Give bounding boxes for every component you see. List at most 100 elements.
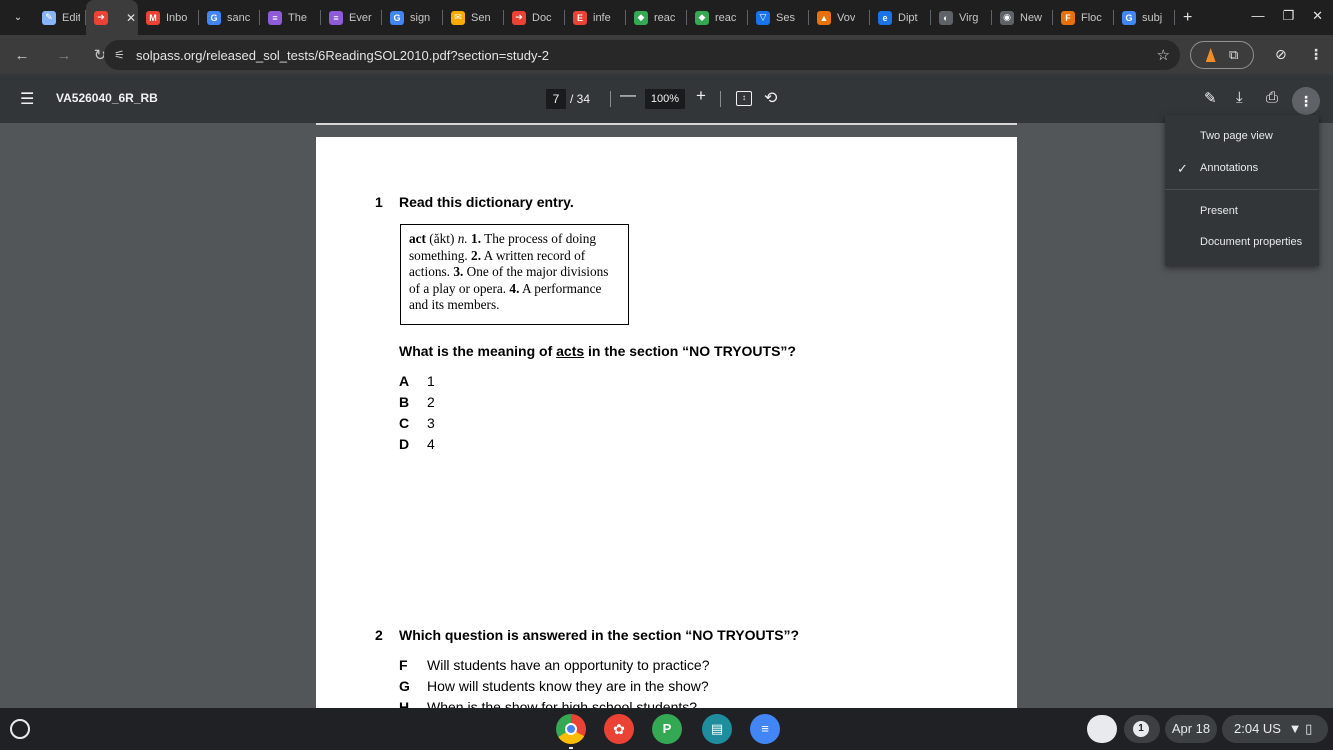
- browser-tab[interactable]: ◐ Virg: [931, 0, 992, 35]
- extensions-pill[interactable]: ⧉: [1190, 41, 1254, 69]
- browser-tab[interactable]: e Dipt: [870, 0, 931, 35]
- option-letter: C: [399, 415, 410, 431]
- question-text-part: What is the meaning of: [399, 343, 557, 359]
- browser-tab[interactable]: Einfe: [565, 0, 626, 35]
- docs-app-icon[interactable]: ≡: [750, 714, 780, 744]
- site-settings-icon[interactable]: ⚟: [114, 48, 130, 62]
- browser-tab[interactable]: M Inbo: [138, 0, 199, 35]
- menu-item-present[interactable]: Present: [1200, 205, 1238, 217]
- option-letter: G: [399, 678, 410, 694]
- download-icon[interactable]: ⤓: [1236, 89, 1243, 106]
- browser-tab[interactable]: ◆ reac: [687, 0, 748, 35]
- notes-icon[interactable]: [1087, 715, 1117, 743]
- pdf-title: VA526040_6R_RB: [56, 91, 158, 105]
- browser-tab[interactable]: Gsign: [382, 0, 443, 35]
- profile-sync-icon[interactable]: ⊘: [1275, 46, 1287, 63]
- option-text: When is the show for high school student…: [427, 699, 698, 708]
- back-arrow-icon[interactable]: ←: [12, 47, 32, 64]
- browser-tab[interactable]: Gsubj: [1114, 0, 1175, 35]
- tab-label: Dipt: [898, 11, 918, 24]
- tab-favicon-icon: G: [390, 10, 404, 25]
- question-prompt: Read this dictionary entry.: [399, 194, 574, 210]
- restore-icon[interactable]: ❐: [1282, 8, 1294, 24]
- answer-option: D4: [399, 436, 435, 452]
- tab-label: Vov: [837, 11, 856, 24]
- browser-menu-icon[interactable]: ⋮: [1309, 46, 1323, 63]
- url-text[interactable]: solpass.org/released_sol_tests/6ReadingS…: [136, 48, 549, 63]
- dict-part-of-speech: n.: [457, 231, 468, 246]
- chrome-app-icon[interactable]: [556, 714, 586, 749]
- fit-to-page-icon[interactable]: ↕: [736, 91, 752, 106]
- zoom-in-icon[interactable]: +: [696, 86, 706, 106]
- menu-item-document-properties[interactable]: Document properties: [1200, 236, 1302, 248]
- rotate-icon[interactable]: ⟲: [764, 88, 777, 108]
- print-icon[interactable]: ⎙: [1266, 89, 1278, 106]
- option-text: 1: [427, 373, 435, 389]
- extension-orange-icon[interactable]: [1205, 48, 1216, 62]
- dict-def-num: 4.: [506, 280, 520, 296]
- answer-option: B2: [399, 394, 435, 410]
- tab-label: Edit: [62, 11, 80, 24]
- tabs-container: ✎ Edit ➔ ✕ M Inbo Gsanc ≡ The ≡ Ever Gsign ✉ Sen ➔ Doc E…: [34, 0, 1175, 35]
- minimize-icon[interactable]: —: [1251, 8, 1264, 24]
- tab-label: sanc: [227, 11, 251, 24]
- question-text: Which question is answered in the sectio…: [399, 627, 800, 643]
- window-controls: — ❐ ✕: [1251, 8, 1323, 24]
- browser-tab[interactable]: F Floc: [1053, 0, 1114, 35]
- tab-label: Ses: [776, 11, 795, 24]
- option-letter: A: [399, 373, 410, 389]
- dict-def-num: 1.: [467, 231, 482, 246]
- browser-tab[interactable]: ▲ Vov: [809, 0, 870, 35]
- tab-favicon-icon: ▲: [817, 10, 831, 25]
- zoom-input[interactable]: 100%: [645, 89, 685, 109]
- forward-arrow-icon[interactable]: →: [54, 47, 74, 64]
- status-tray[interactable]: 2:04 US ▼ ▯: [1222, 715, 1328, 743]
- toolbar-divider: [720, 91, 721, 107]
- tab-label: Sen: [471, 11, 491, 24]
- pdf-more-actions-icon[interactable]: ⋮: [1292, 87, 1320, 115]
- pdf-viewer[interactable]: 1 Read this dictionary entry. act (ăkt) …: [0, 123, 1333, 708]
- tab-close-icon[interactable]: ✕: [126, 11, 136, 25]
- browser-tab[interactable]: ✉ Sen: [443, 0, 504, 35]
- palette-app-icon[interactable]: ✿: [604, 714, 634, 744]
- tab-favicon-icon: M: [146, 10, 160, 25]
- pdf-sidebar-menu-icon[interactable]: ☰: [20, 89, 34, 109]
- answer-option: H When is the show for high school studen…: [399, 699, 697, 708]
- checkmark-icon: ✓: [1177, 161, 1188, 176]
- date-pill[interactable]: Apr 18: [1165, 715, 1217, 743]
- browser-tab[interactable]: ➔ Doc: [504, 0, 565, 35]
- menu-divider: [1165, 189, 1319, 190]
- browser-tab[interactable]: ▽ Ses: [748, 0, 809, 35]
- wifi-icon: ▼: [1288, 721, 1302, 736]
- browser-tab[interactable]: ◉ New: [992, 0, 1053, 35]
- question-number: 2: [375, 627, 383, 643]
- bookmark-star-icon[interactable]: ☆: [1157, 46, 1170, 64]
- puzzle-icon[interactable]: ⧉: [1229, 47, 1238, 63]
- launcher-icon[interactable]: [10, 719, 30, 739]
- browser-tab[interactable]: ✎ Edit: [34, 0, 86, 35]
- close-window-icon[interactable]: ✕: [1312, 8, 1323, 24]
- browser-tab[interactable]: ≡ The: [260, 0, 321, 35]
- tab-search-chevron-down-icon[interactable]: ⌄: [8, 8, 28, 28]
- browser-tab[interactable]: Gsanc: [199, 0, 260, 35]
- menu-item-annotations[interactable]: Annotations: [1200, 162, 1258, 174]
- answer-option: G How will students know they are in the …: [399, 678, 709, 694]
- menu-item-two-page-view[interactable]: Two page view: [1200, 130, 1273, 142]
- annotate-pen-icon[interactable]: ✎: [1204, 89, 1217, 107]
- slides-app-icon[interactable]: ▤: [702, 714, 732, 744]
- option-letter: B: [399, 394, 410, 410]
- page-number-input[interactable]: 7: [546, 89, 566, 109]
- zoom-out-icon[interactable]: —: [620, 87, 636, 105]
- address-bar[interactable]: ⚟ solpass.org/released_sol_tests/6Readin…: [104, 40, 1180, 70]
- classroom-app-icon[interactable]: P: [652, 714, 682, 744]
- tab-label: The: [288, 11, 307, 24]
- browser-tab[interactable]: ≡ Ever: [321, 0, 382, 35]
- browser-tab[interactable]: ◆ reac: [626, 0, 687, 35]
- tab-label: reac: [654, 11, 676, 24]
- tab-favicon-icon: ≡: [329, 10, 343, 25]
- new-tab-plus-icon[interactable]: +: [1183, 9, 1192, 27]
- option-letter: H: [399, 699, 410, 708]
- browser-tab[interactable]: ➔ ✕: [86, 0, 138, 35]
- notification-count[interactable]: 1: [1133, 721, 1149, 737]
- tab-label: Floc: [1081, 11, 1102, 24]
